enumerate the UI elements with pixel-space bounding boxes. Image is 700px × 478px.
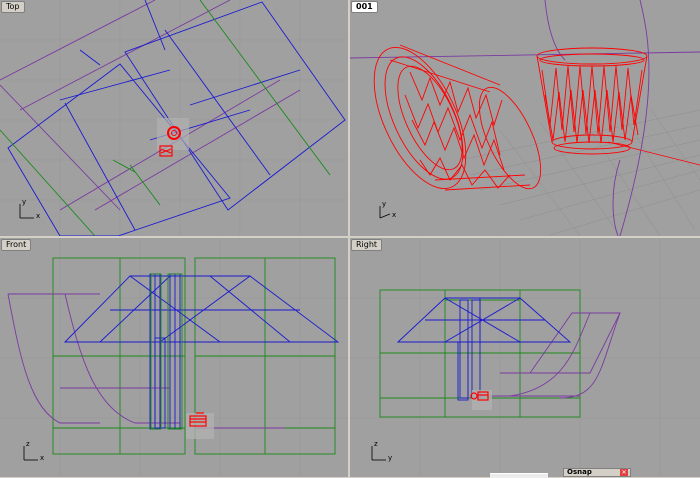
viewport-perspective-canvas[interactable] (350, 0, 700, 236)
persp-axis-y-label: y (382, 200, 387, 208)
viewport-top-title[interactable]: Top (1, 1, 25, 13)
command-strip (490, 473, 548, 478)
close-icon[interactable]: ✕ (620, 469, 628, 476)
viewport-perspective-title[interactable]: 001 (351, 1, 378, 13)
front-blue-roof (63, 275, 340, 343)
viewport-front[interactable]: z x Front (0, 238, 348, 477)
right-axis-y-label: y (388, 454, 393, 462)
top-axis-icon (19, 204, 34, 219)
persp-red-axis (607, 141, 700, 166)
front-green-pillars (150, 273, 183, 430)
persp-axis-x-label: x (392, 211, 397, 219)
viewport-right-canvas[interactable] (350, 238, 700, 477)
persp-cup-left[interactable] (355, 34, 553, 202)
viewport-front-canvas[interactable] (0, 238, 348, 477)
right-grid (350, 238, 700, 477)
viewport-right[interactable]: z y Right (350, 238, 700, 477)
front-axis-z-label: z (26, 440, 30, 448)
front-axis-icon (23, 446, 38, 461)
top-axis-y-label: y (22, 198, 27, 206)
osnap-panel[interactable]: Osnap ✕ (563, 468, 631, 477)
top-selection-highlight (157, 118, 189, 150)
right-axis-icon (371, 446, 386, 461)
viewport-top[interactable]: y x Top (0, 0, 348, 236)
top-purple-curves (0, 0, 301, 211)
osnap-label: Osnap (567, 468, 592, 476)
right-blue-pillars (457, 299, 481, 401)
viewport-front-title[interactable]: Front (1, 239, 32, 251)
top-axis-x-label: x (36, 212, 41, 220)
right-blue-roof (396, 297, 572, 343)
viewport-top-canvas[interactable] (0, 0, 348, 236)
right-axis-z-label: z (374, 440, 378, 448)
persp-cup-right[interactable] (536, 47, 648, 155)
persp-purple-lines (350, 0, 700, 236)
front-purple-curves (7, 293, 285, 429)
viewport-perspective[interactable]: y x 001 (350, 0, 700, 236)
right-purple-curves (480, 312, 621, 399)
front-blue-pillars (149, 273, 181, 430)
viewport-right-title[interactable]: Right (351, 239, 383, 251)
front-axis-x-label: x (40, 454, 45, 462)
persp-grid (459, 107, 700, 236)
